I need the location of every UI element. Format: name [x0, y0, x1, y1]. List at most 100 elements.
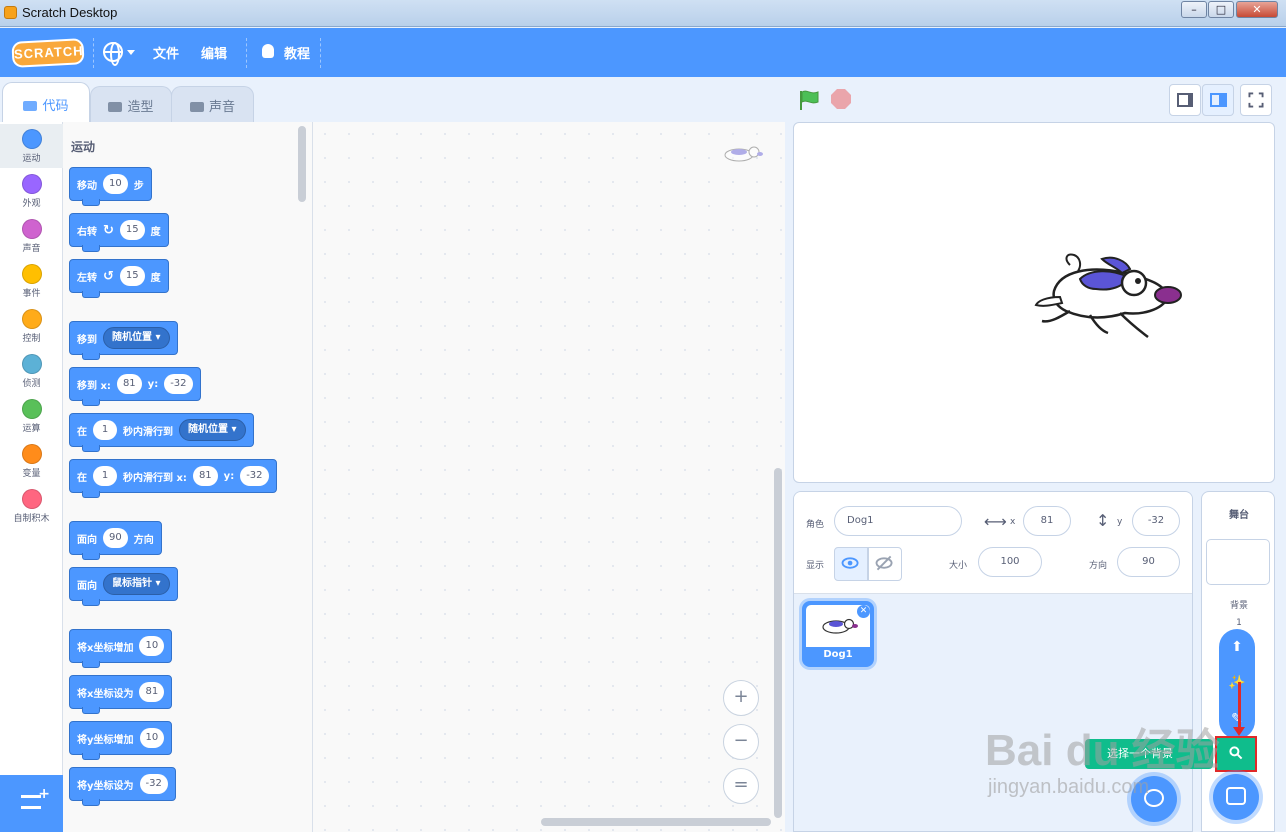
- zoom-out-button[interactable]: −: [723, 724, 759, 760]
- block-text: 将y坐标增加: [77, 734, 134, 746]
- looks-dot: [21, 174, 42, 194]
- block-number-input[interactable]: 81: [139, 682, 165, 702]
- rotate-right-icon: ↻: [103, 222, 114, 238]
- dog-sprite[interactable]: [1030, 251, 1190, 347]
- cat-icon: [1144, 789, 1164, 807]
- file-menu[interactable]: 文件: [153, 43, 179, 62]
- block-dropdown[interactable]: 随机位置: [179, 419, 246, 441]
- block-number-input[interactable]: 81: [192, 466, 218, 486]
- close-button[interactable]: ✕: [1236, 1, 1278, 18]
- show-button[interactable]: [834, 547, 868, 581]
- choose-backdrop-search-button[interactable]: [1215, 736, 1257, 772]
- minimize-button[interactable]: –: [1181, 1, 1207, 18]
- add-extension-icon: [21, 786, 50, 809]
- block-number-input[interactable]: -32: [164, 374, 193, 394]
- block-text: 移动: [77, 180, 97, 192]
- block-number-input[interactable]: -32: [139, 774, 168, 794]
- category-sound[interactable]: 声音: [0, 214, 63, 258]
- script-horizontal-scrollbar[interactable]: [541, 818, 771, 826]
- tab-code[interactable]: 代码: [2, 82, 90, 122]
- block-number-input[interactable]: 90: [103, 528, 128, 548]
- category-looks[interactable]: 外观: [0, 169, 63, 213]
- size-label: 大小: [949, 561, 968, 571]
- stop-icon[interactable]: [831, 89, 851, 109]
- direction-input[interactable]: 90: [1117, 547, 1180, 577]
- block-set-y[interactable]: 将y坐标设为 -32: [69, 767, 176, 806]
- block-number-input[interactable]: 10: [103, 174, 128, 194]
- category-my-blocks[interactable]: 自制积木: [0, 484, 63, 528]
- category-control[interactable]: 控制: [0, 304, 63, 348]
- block-text: 度: [150, 272, 161, 284]
- tab-sounds[interactable]: 声音: [171, 86, 254, 122]
- add-extension-button[interactable]: [0, 775, 63, 832]
- palette-scrollbar[interactable]: [298, 126, 306, 202]
- block-dropdown[interactable]: 鼠标指针: [103, 573, 170, 595]
- category-motion[interactable]: 运动: [0, 124, 63, 168]
- script-area[interactable]: + − =: [313, 122, 785, 832]
- code-icon: [23, 101, 38, 111]
- category-variables[interactable]: 变量: [0, 439, 63, 483]
- category-events[interactable]: 事件: [0, 259, 63, 303]
- block-number-input[interactable]: 10: [139, 636, 165, 656]
- choose-sprite-button[interactable]: [1131, 776, 1177, 822]
- block-number-input[interactable]: 81: [116, 374, 142, 394]
- paint-icon[interactable]: ✎: [1227, 709, 1247, 729]
- y-input[interactable]: -32: [1132, 506, 1180, 536]
- normal-stage-button[interactable]: [1202, 84, 1234, 116]
- block-point-towards[interactable]: 面向 鼠标指针: [69, 567, 178, 606]
- surprise-icon[interactable]: ✨: [1227, 673, 1247, 693]
- tab-costumes[interactable]: 造型: [90, 86, 172, 122]
- block-goto-xy[interactable]: 移到 x: 81 y: -32: [69, 367, 201, 406]
- hide-button[interactable]: [868, 547, 902, 581]
- block-dropdown[interactable]: 随机位置: [103, 327, 170, 349]
- choose-backdrop-button[interactable]: [1213, 774, 1259, 820]
- scratch-logo[interactable]: SCRATCH: [11, 38, 85, 68]
- block-turn-left[interactable]: 左转 ↺ 15 度: [69, 259, 169, 298]
- zoom-reset-button[interactable]: =: [723, 768, 759, 804]
- x-input[interactable]: 81: [1023, 506, 1071, 536]
- block-point-direction[interactable]: 面向 90 方向: [69, 521, 162, 560]
- lightbulb-icon[interactable]: [262, 44, 274, 58]
- block-text: 将x坐标设为: [77, 688, 134, 700]
- menubar: SCRATCH 文件 编辑 教程: [0, 28, 1286, 77]
- block-glide-xy[interactable]: 在 1 秒内滑行到 x: 81 y: -32: [69, 459, 277, 498]
- edit-menu[interactable]: 编辑: [201, 43, 227, 62]
- block-goto[interactable]: 移到 随机位置: [69, 321, 178, 360]
- green-flag-icon[interactable]: [798, 89, 820, 111]
- tutorials-menu[interactable]: 教程: [284, 43, 310, 62]
- upload-backdrop-icon[interactable]: ⬆: [1227, 637, 1247, 657]
- script-vertical-scrollbar[interactable]: [774, 468, 782, 818]
- delete-sprite-icon[interactable]: ✕: [857, 605, 870, 618]
- zoom-in-button[interactable]: +: [723, 680, 759, 716]
- block-move-steps[interactable]: 移动 10 步: [69, 167, 152, 206]
- block-number-input[interactable]: 15: [119, 220, 145, 240]
- menu-divider: [320, 38, 321, 68]
- block-turn-right[interactable]: 右转 ↻ 15 度: [69, 213, 169, 252]
- block-number-input[interactable]: -32: [240, 466, 269, 486]
- sprite-name-input[interactable]: Dog1: [834, 506, 962, 536]
- block-number-input[interactable]: 15: [119, 266, 145, 286]
- stage-canvas[interactable]: [793, 122, 1275, 483]
- category-sensing[interactable]: 侦测: [0, 349, 63, 393]
- sprite-tile-dog1[interactable]: ✕ Dog1: [802, 601, 874, 667]
- small-stage-button[interactable]: [1169, 84, 1201, 116]
- block-text: 移到 x:: [77, 380, 111, 392]
- fullscreen-button[interactable]: [1240, 84, 1272, 116]
- globe-icon[interactable]: [103, 42, 123, 66]
- block-number-input[interactable]: 1: [93, 466, 117, 486]
- block-glide-to[interactable]: 在 1 秒内滑行到 随机位置: [69, 413, 254, 452]
- block-set-x[interactable]: 将x坐标设为 81: [69, 675, 173, 714]
- block-change-x[interactable]: 将x坐标增加 10: [69, 629, 173, 668]
- maximize-button[interactable]: □: [1208, 1, 1234, 18]
- y-label: y: [1117, 517, 1123, 527]
- block-change-y[interactable]: 将y坐标增加 10: [69, 721, 173, 760]
- size-input[interactable]: 100: [978, 547, 1042, 577]
- speaker-icon: [189, 102, 204, 112]
- editor-tabs: 代码 造型 声音: [0, 77, 310, 122]
- block-number-input[interactable]: 1: [93, 420, 117, 440]
- backdrops-label: 背景: [1229, 601, 1248, 611]
- block-number-input[interactable]: 10: [139, 728, 165, 748]
- category-operators[interactable]: 运算: [0, 394, 63, 438]
- my-blocks-dot: [21, 489, 42, 509]
- chevron-down-icon[interactable]: [127, 50, 135, 55]
